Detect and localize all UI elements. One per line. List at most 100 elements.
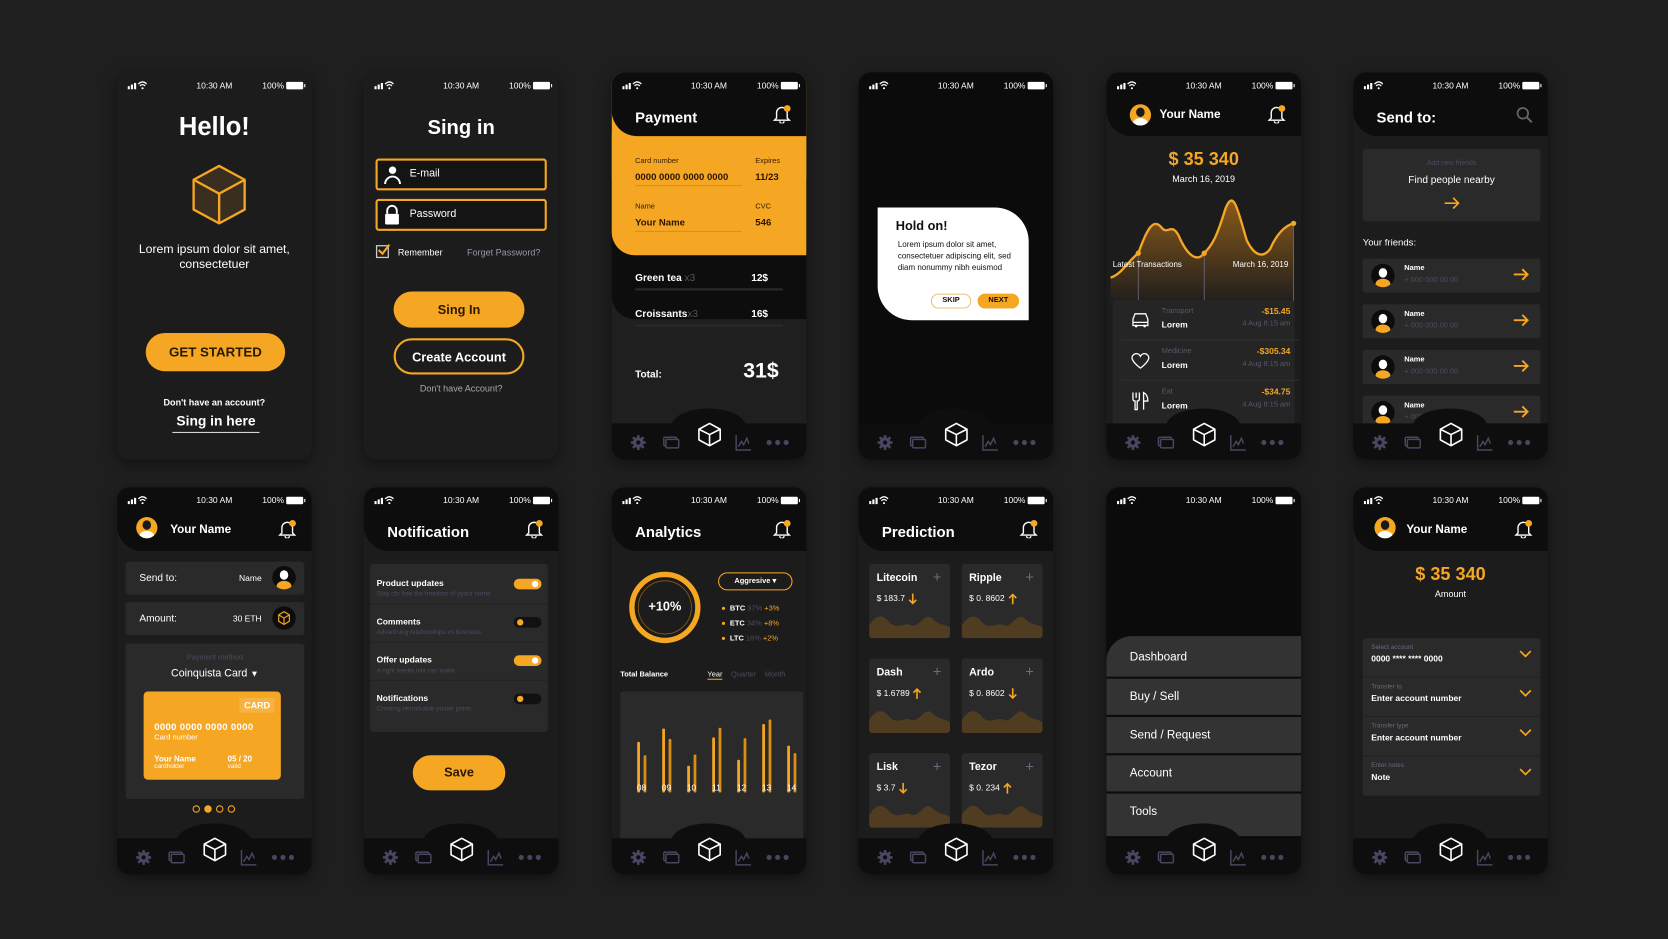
more-dots-icon[interactable] bbox=[1012, 849, 1038, 866]
skip-button[interactable]: SKIP bbox=[930, 293, 972, 309]
cube-icon[interactable] bbox=[944, 836, 970, 862]
chart-icon[interactable] bbox=[982, 434, 999, 451]
chart-icon[interactable] bbox=[1476, 434, 1494, 451]
notes-field[interactable]: Enter notes Note bbox=[1363, 756, 1541, 795]
cvc-value[interactable]: 546 bbox=[755, 217, 771, 228]
cards-icon[interactable] bbox=[1404, 434, 1421, 451]
plus-icon[interactable]: + bbox=[1025, 757, 1034, 774]
tab-month[interactable]: Month bbox=[765, 671, 786, 680]
arrow-right-icon[interactable] bbox=[1513, 312, 1530, 329]
cards-icon[interactable] bbox=[168, 849, 185, 866]
toggle-switch[interactable] bbox=[513, 578, 542, 590]
plus-icon[interactable]: + bbox=[1025, 568, 1034, 585]
gear-icon[interactable] bbox=[1124, 849, 1141, 866]
coin-card[interactable]: Litecoin + $ 183.7 bbox=[869, 563, 950, 639]
password-field[interactable]: Password bbox=[375, 198, 547, 231]
chart-icon[interactable] bbox=[487, 849, 504, 866]
chart-icon[interactable] bbox=[1230, 849, 1247, 866]
page-dot[interactable] bbox=[192, 805, 200, 813]
bell-icon[interactable] bbox=[1514, 519, 1533, 539]
gear-icon[interactable] bbox=[877, 434, 894, 451]
gear-icon[interactable] bbox=[630, 849, 647, 866]
cube-icon[interactable] bbox=[697, 836, 723, 862]
name-value[interactable]: Your Name bbox=[635, 217, 742, 232]
avatar[interactable] bbox=[1374, 517, 1396, 539]
plus-icon[interactable]: + bbox=[933, 568, 942, 585]
transfer-type-field[interactable]: Transfer type Enter account number bbox=[1362, 717, 1541, 757]
friend-row[interactable]: Name + 000 000 00 00 bbox=[1362, 304, 1541, 339]
menu-item-dashboard[interactable]: Dashboard bbox=[1106, 636, 1302, 677]
gear-icon[interactable] bbox=[135, 849, 152, 866]
more-dots-icon[interactable] bbox=[765, 434, 791, 451]
coin-card[interactable]: Dash + $ 1.6789 bbox=[869, 658, 950, 733]
gear-icon[interactable] bbox=[630, 434, 647, 451]
chart-icon[interactable] bbox=[982, 849, 999, 866]
cube-icon[interactable] bbox=[697, 421, 723, 447]
gear-icon[interactable] bbox=[1124, 434, 1141, 451]
chart-icon[interactable] bbox=[1230, 434, 1247, 451]
payment-card[interactable]: CARD 0000 0000 0000 0000 Card number You… bbox=[143, 691, 281, 780]
toggle-switch[interactable] bbox=[513, 693, 542, 705]
cube-icon[interactable] bbox=[202, 836, 228, 862]
gear-icon[interactable] bbox=[1371, 849, 1388, 866]
cube-icon[interactable] bbox=[944, 421, 970, 447]
cards-icon[interactable] bbox=[415, 849, 432, 866]
expires-value[interactable]: 11/23 bbox=[755, 171, 778, 182]
page-dot[interactable] bbox=[227, 805, 236, 813]
chart-icon[interactable] bbox=[735, 849, 752, 866]
card-number[interactable]: 0000 0000 0000 0000 bbox=[635, 171, 742, 187]
next-button[interactable]: NEXT bbox=[977, 293, 1020, 309]
get-started-button[interactable]: GET STARTED bbox=[145, 332, 286, 372]
toggle-switch[interactable] bbox=[513, 655, 542, 666]
cards-icon[interactable] bbox=[1404, 849, 1421, 866]
more-dots-icon[interactable] bbox=[1506, 849, 1532, 866]
strategy-dropdown[interactable]: Aggresive ▾ bbox=[718, 572, 793, 591]
cards-icon[interactable] bbox=[1157, 434, 1175, 451]
save-button[interactable]: Save bbox=[412, 755, 506, 791]
amount-row[interactable]: Amount: 30 ETH bbox=[125, 602, 305, 636]
gear-icon[interactable] bbox=[382, 849, 399, 866]
cube-icon[interactable] bbox=[1438, 421, 1464, 447]
cards-icon[interactable] bbox=[909, 849, 927, 866]
more-dots-icon[interactable] bbox=[1260, 434, 1286, 451]
page-dot[interactable] bbox=[215, 805, 224, 813]
toggle-switch[interactable] bbox=[513, 617, 542, 628]
select-account-field[interactable]: Select account 0000 **** **** 0000 bbox=[1362, 638, 1541, 678]
tab-year[interactable]: Year bbox=[707, 671, 723, 680]
remember-checkbox[interactable] bbox=[375, 244, 391, 259]
bell-icon[interactable] bbox=[772, 519, 792, 539]
coin-card[interactable]: Ardo + $ 0. 8602 bbox=[961, 658, 1043, 733]
cube-icon[interactable] bbox=[1191, 836, 1217, 862]
friend-row[interactable]: Name + 000 000 00 00 bbox=[1362, 258, 1541, 293]
more-dots-icon[interactable] bbox=[1260, 849, 1286, 866]
arrow-right-icon[interactable] bbox=[1513, 266, 1530, 283]
bell-icon[interactable] bbox=[772, 104, 792, 124]
gear-icon[interactable] bbox=[877, 849, 894, 866]
cards-icon[interactable] bbox=[663, 434, 680, 451]
more-dots-icon[interactable] bbox=[517, 849, 543, 866]
plus-icon[interactable]: + bbox=[933, 663, 942, 680]
cards-icon[interactable] bbox=[663, 849, 680, 866]
forgot-password-link[interactable]: Forget Password? bbox=[467, 247, 540, 258]
create-account-button[interactable]: Create Account bbox=[393, 338, 525, 375]
avatar[interactable] bbox=[1129, 104, 1152, 126]
cube-icon[interactable] bbox=[1191, 421, 1217, 447]
email-field[interactable]: E-mail bbox=[375, 158, 547, 191]
more-dots-icon[interactable] bbox=[765, 849, 791, 866]
search-icon[interactable] bbox=[1516, 106, 1533, 124]
menu-item-send-request[interactable]: Send / Request bbox=[1106, 717, 1302, 754]
chart-icon[interactable] bbox=[1476, 849, 1494, 866]
coin-card[interactable]: Ripple + $ 0. 8602 bbox=[961, 563, 1043, 639]
payment-method-select[interactable]: Coinquista Card ▼ bbox=[126, 668, 305, 680]
bell-icon[interactable] bbox=[278, 519, 297, 539]
cards-icon[interactable] bbox=[1157, 849, 1175, 866]
sign-in-link[interactable]: Sing in here bbox=[172, 413, 260, 433]
cube-icon[interactable] bbox=[449, 836, 475, 862]
plus-icon[interactable]: + bbox=[933, 757, 942, 774]
transaction-row[interactable]: Transport Lorem -$15.45 4 Aug 8:15 am bbox=[1121, 300, 1299, 341]
more-dots-icon[interactable] bbox=[1506, 434, 1532, 451]
bell-icon[interactable] bbox=[1267, 104, 1286, 124]
tab-quarter[interactable]: Quarter bbox=[731, 671, 756, 680]
chart-icon[interactable] bbox=[240, 849, 257, 866]
transfer-to-field[interactable]: Transfer to Enter account number bbox=[1362, 678, 1541, 718]
